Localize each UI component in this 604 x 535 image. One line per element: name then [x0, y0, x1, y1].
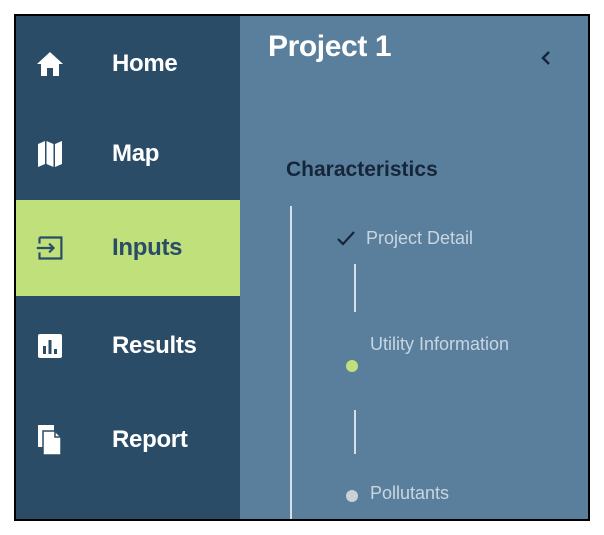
sidebar: Home Map Inputs Results Report	[16, 16, 240, 519]
sidebar-item-label: Results	[112, 332, 197, 359]
step-connector	[354, 410, 356, 454]
step-utility-information[interactable]: Utility Information	[340, 316, 560, 412]
document-icon	[36, 425, 64, 455]
step-label: Utility Information	[370, 334, 510, 354]
page-title: Project 1	[268, 30, 392, 63]
home-icon	[36, 50, 64, 78]
step-connector	[354, 264, 356, 312]
upcoming-step-dot	[346, 490, 358, 502]
stepper-track	[290, 206, 292, 519]
sidebar-item-map[interactable]: Map	[16, 106, 240, 202]
sidebar-item-report[interactable]: Report	[16, 392, 240, 488]
current-step-dot	[346, 360, 358, 372]
step-label: Pollutants	[370, 483, 450, 503]
step-pollutants[interactable]: Pollutants	[340, 480, 540, 512]
collapse-button[interactable]	[534, 46, 558, 70]
app-window: Home Map Inputs Results Report Project 1…	[14, 14, 590, 521]
sidebar-item-label: Report	[112, 426, 188, 453]
sidebar-item-inputs[interactable]: Inputs	[16, 200, 240, 296]
sidebar-item-home[interactable]: Home	[16, 16, 240, 112]
chevron-left-icon	[541, 51, 550, 65]
checkmark-icon	[337, 231, 355, 246]
sidebar-item-label: Inputs	[112, 234, 183, 261]
main-panel: Project 1 Characteristics Project Detail…	[240, 16, 588, 519]
map-icon	[36, 140, 64, 168]
sidebar-item-label: Map	[112, 140, 160, 167]
bar-chart-icon	[36, 332, 64, 360]
input-icon	[36, 234, 64, 262]
sidebar-item-results[interactable]: Results	[16, 298, 240, 394]
step-project-detail[interactable]: Project Detail	[336, 226, 556, 258]
step-label: Project Detail	[366, 228, 474, 248]
section-title: Characteristics	[286, 158, 438, 181]
sidebar-item-label: Home	[112, 50, 178, 77]
